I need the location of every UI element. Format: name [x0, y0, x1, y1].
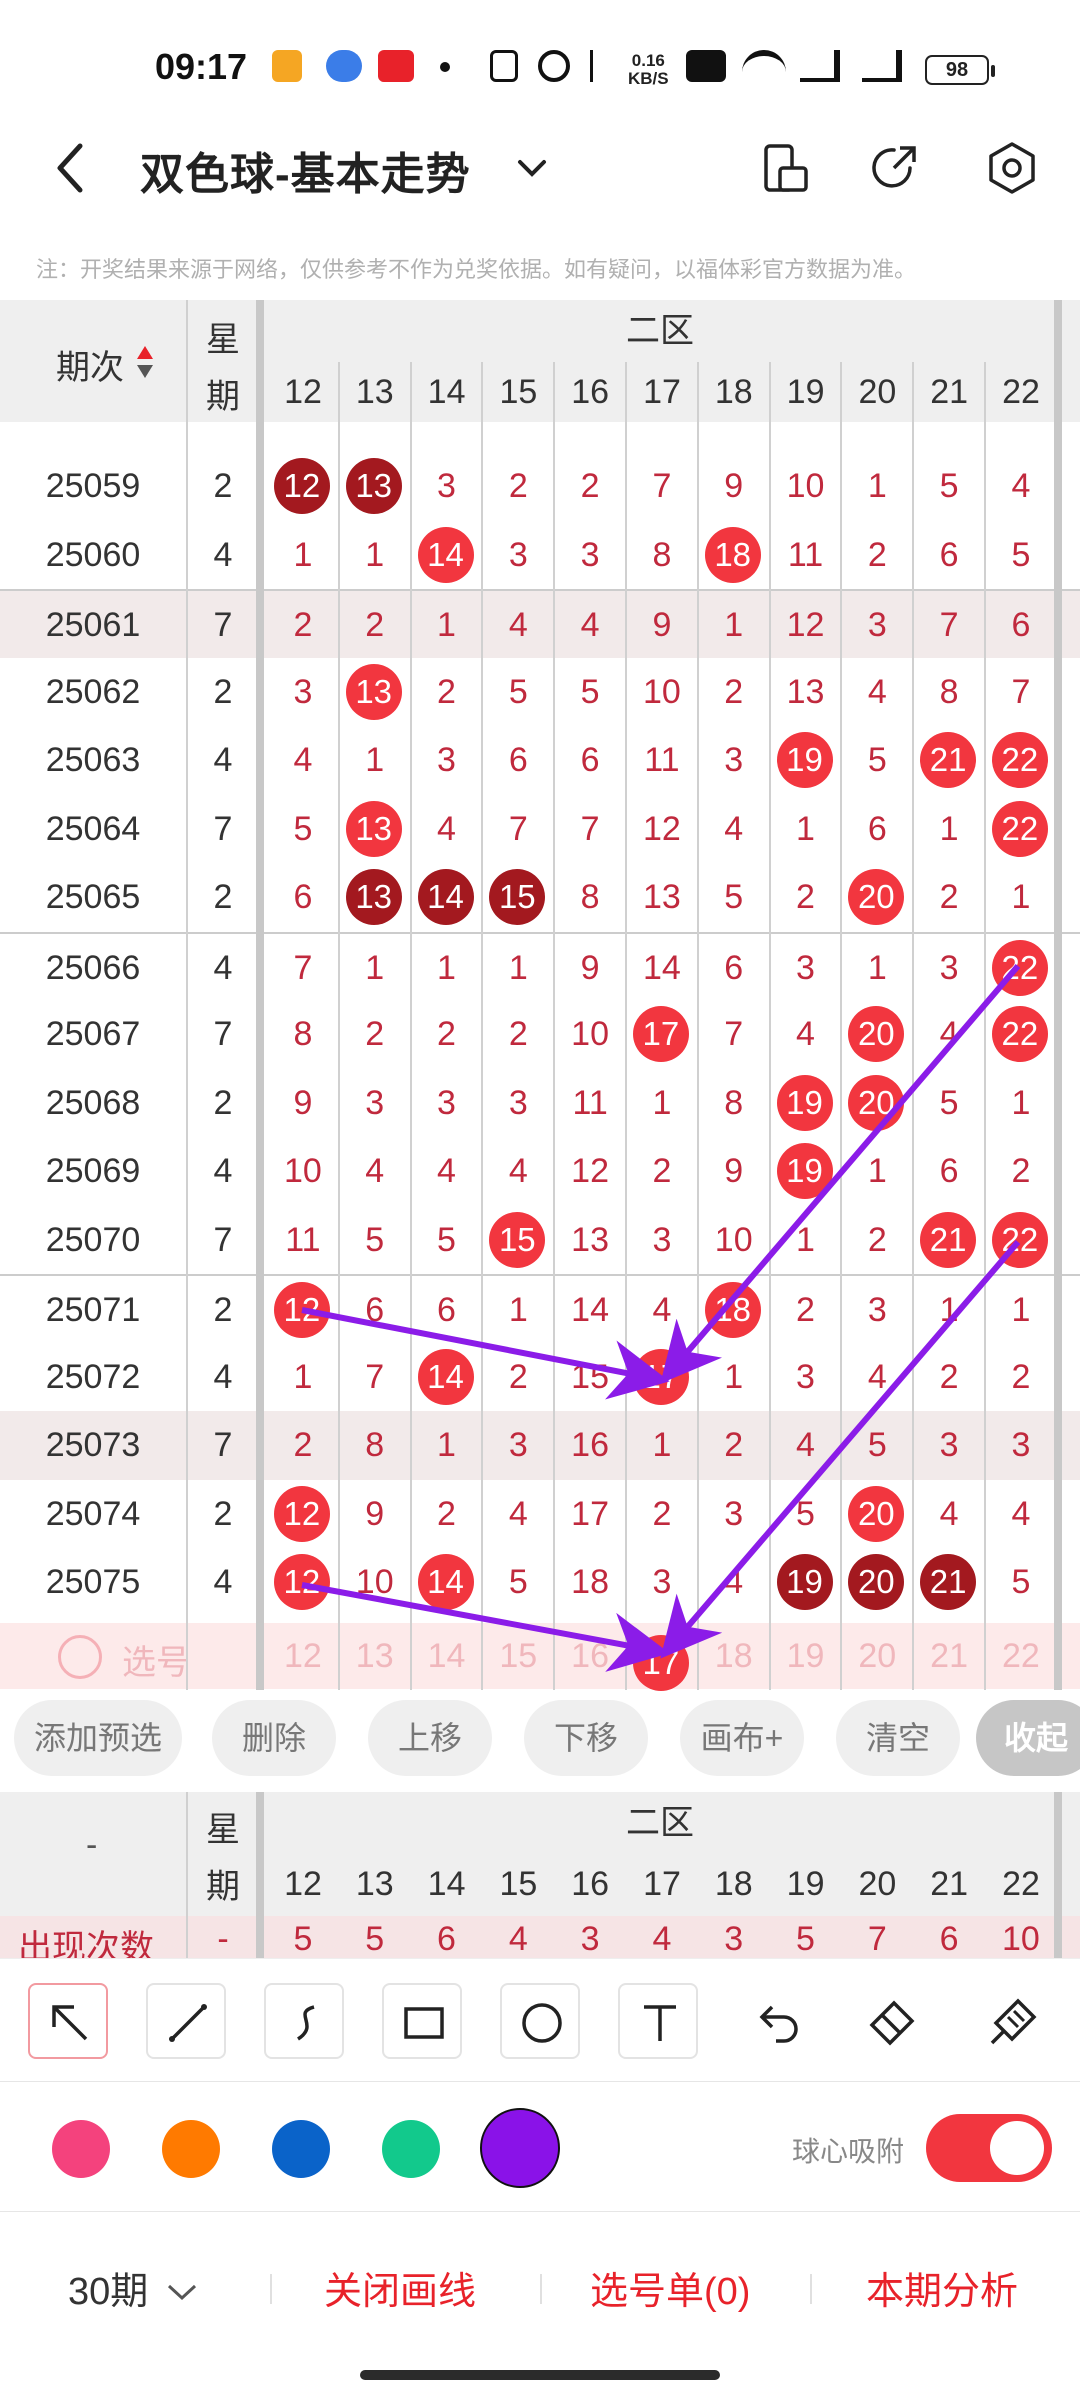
color-swatch[interactable] [52, 2120, 110, 2178]
circle-tool-button[interactable] [500, 1983, 580, 2059]
stats-column-header: 17 [643, 1865, 681, 1903]
drawn-arrow-3[interactable] [301, 1582, 670, 1672]
drawn-arrow-1[interactable] [301, 1307, 670, 1400]
occurrence-week: - [217, 1920, 229, 1958]
color-swatch[interactable] [480, 2108, 560, 2188]
snap-label: 球心吸附 [792, 2136, 905, 2167]
drawn-arrows-layer[interactable] [0, 0, 1080, 1700]
bottom-bar: 30期 关闭画线 选号单(0) 本期分析 [0, 2212, 1080, 2352]
curve-icon [296, 2005, 315, 2041]
stats-column-header: 18 [714, 1865, 753, 1903]
text-icon [644, 2005, 676, 2041]
selection-list-button[interactable]: 选号单(0) [590, 2260, 750, 2315]
action-bar: 添加预选 删除 上移 下移 画布+ 清空 收起 [0, 1700, 1080, 1784]
circle-icon [522, 2003, 562, 2043]
collapse-button[interactable]: 收起 [976, 1700, 1080, 1776]
chevron-down-icon [167, 2284, 196, 2301]
occurrence-value: 4 [652, 1920, 672, 1958]
occurrence-row: 出现次数 - 5 5 6 4 3 4 3 5 7 6 10 [0, 1916, 1080, 1967]
stats-column-header: 14 [427, 1865, 466, 1903]
drawing-toolbar [0, 1958, 1080, 2082]
rectangle-tool-button[interactable] [382, 1983, 462, 2059]
delete-button[interactable]: 删除 [212, 1700, 336, 1776]
occurrence-value: 3 [580, 1920, 600, 1958]
undo-button[interactable] [750, 1995, 806, 2051]
stats-zone-label: 二区 [626, 1804, 694, 1842]
stats-week-top: 星 [206, 1811, 240, 1849]
stats-week-header: 星 期 [188, 1792, 258, 1908]
grid-line [186, 1792, 188, 1958]
occurrence-value: 5 [796, 1920, 815, 1958]
color-swatch[interactable] [162, 2120, 220, 2178]
stats-table: - 星 期 二区 12 13 14 15 16 17 18 19 20 21 22 出现次数 - 5… [0, 1792, 1080, 1967]
stats-column-header: 15 [499, 1865, 538, 1903]
line-tool-button[interactable] [146, 1983, 226, 2059]
stats-week-bottom: 期 [206, 1868, 240, 1906]
undo-icon [759, 2005, 798, 2043]
grid-line [1054, 1792, 1062, 1958]
occurrence-value: 6 [437, 1920, 456, 1958]
snap-toggle[interactable] [926, 2114, 1052, 2182]
stats-left-label: - [86, 1826, 98, 1864]
stats-column-header: 20 [858, 1865, 897, 1903]
period-analysis-button[interactable]: 本期分析 [866, 2260, 1018, 2315]
home-indicator [360, 2370, 720, 2380]
occurrence-value: 7 [867, 1920, 887, 1958]
occurrence-value: 5 [365, 1920, 385, 1958]
stats-column-header: 22 [1002, 1865, 1040, 1903]
stats-column-header: 21 [930, 1865, 969, 1903]
color-swatch[interactable] [272, 2120, 330, 2178]
eraser-icon [869, 2000, 915, 2046]
period-select-label: 30期 [68, 2271, 149, 2313]
occurrence-value: 6 [939, 1920, 959, 1958]
drawn-arrow-2[interactable] [660, 964, 1021, 1384]
occurrence-value: 5 [293, 1920, 313, 1958]
line-icon [169, 2004, 207, 2042]
occurrence-value: 4 [508, 1920, 528, 1958]
canvas-plus-button[interactable]: 画布+ [680, 1700, 804, 1776]
eraser-button[interactable] [864, 1995, 920, 2051]
toggle-knob [990, 2121, 1044, 2175]
rectangle-icon [404, 2007, 444, 2039]
stats-column-header: 13 [355, 1865, 394, 1903]
move-up-button[interactable]: 上移 [368, 1700, 492, 1776]
occurrence-value: 3 [724, 1920, 744, 1958]
clear-button[interactable]: 清空 [836, 1700, 960, 1776]
grid-line [256, 1792, 264, 1958]
period-select[interactable]: 30期 [68, 2260, 199, 2315]
text-tool-button[interactable] [618, 1983, 698, 2059]
close-lines-button[interactable]: 关闭画线 [324, 2260, 476, 2315]
drawn-arrow-4[interactable] [660, 1240, 1021, 1659]
broom-icon [990, 1998, 1037, 2045]
color-swatch[interactable] [382, 2120, 440, 2178]
arrow-tool-button[interactable] [28, 1983, 108, 2059]
occurrence-value: 10 [1001, 1920, 1040, 1958]
stats-column-header: 12 [284, 1865, 322, 1903]
arrow-icon [52, 2005, 88, 2041]
curve-tool-button[interactable] [264, 1983, 344, 2059]
clear-canvas-button[interactable] [984, 1995, 1040, 2051]
stats-column-header: 16 [571, 1865, 610, 1903]
stats-column-header: 19 [786, 1865, 825, 1903]
color-palette [0, 2082, 1080, 2212]
move-down-button[interactable]: 下移 [524, 1700, 648, 1776]
add-preselect-button[interactable]: 添加预选 [14, 1700, 182, 1776]
